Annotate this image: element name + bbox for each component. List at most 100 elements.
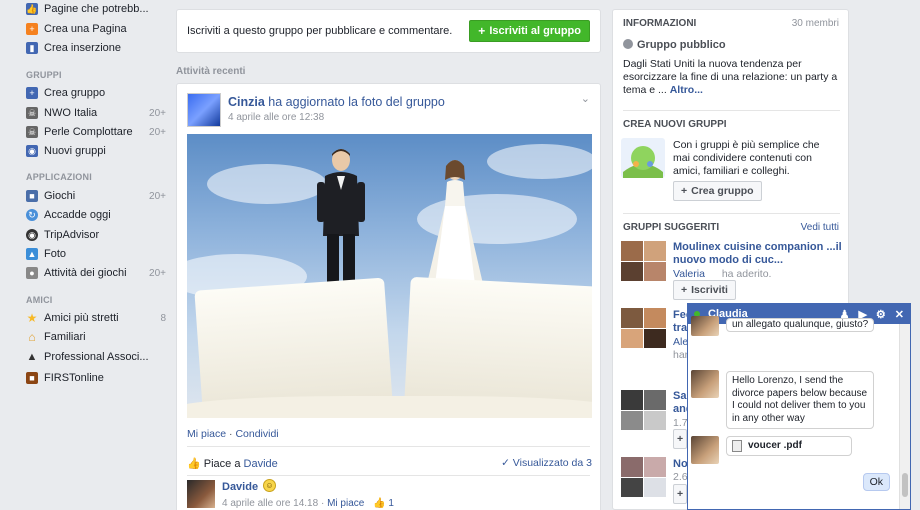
- owl-icon: ◉: [26, 229, 38, 241]
- thumbs-up-icon: 👍: [373, 498, 386, 509]
- groom-figurine: [317, 149, 365, 284]
- contact-avatar[interactable]: [691, 370, 719, 398]
- post-author[interactable]: Cinzia: [228, 95, 265, 109]
- photo-icon: ▲: [26, 248, 38, 260]
- post-actions: Mi piace · Condividi: [187, 428, 279, 440]
- see-all-link[interactable]: Vedi tutti: [801, 222, 839, 233]
- comment-like-link[interactable]: Mi piace: [327, 498, 364, 509]
- likes-row: 👍 Piace a Davide ✓ Visualizzato da 3: [187, 457, 592, 470]
- post-card: Cinzia ha aggiornato la foto del gruppo …: [176, 83, 601, 510]
- suggested-group-name[interactable]: Moulinex cuisine companion ...il nuovo m…: [673, 241, 843, 267]
- suggested-group-thumb[interactable]: [621, 308, 666, 348]
- chart-icon: ▮: [26, 42, 38, 54]
- sidebar-item-tripadvisor[interactable]: ◉ TripAdvisor: [26, 226, 166, 244]
- section-amici: AMICI: [26, 295, 53, 305]
- info-title: INFORMAZIONI: [623, 18, 697, 29]
- sidebar-item-crea-gruppo[interactable]: + Crea gruppo: [26, 84, 166, 102]
- divider: [623, 110, 840, 111]
- chat-reply: Ok: [862, 473, 890, 491]
- divider: [623, 213, 840, 214]
- left-sidebar: 👍 Pagine che potrebb... + Crea una Pagin…: [0, 0, 170, 510]
- smile-emoji-icon: ☺: [263, 479, 276, 492]
- clock-icon: ↻: [26, 209, 38, 221]
- divider: [187, 446, 590, 447]
- comment: Davide ☺ 4 aprile alle ore 14.18 · Mi pi…: [187, 479, 592, 510]
- plus-icon[interactable]: +: [673, 484, 687, 504]
- create-groups-title: CREA NUOVI GRUPPI: [623, 119, 727, 130]
- flag-icon: +: [26, 23, 38, 35]
- sidebar-item-create-page[interactable]: + Crea una Pagina: [26, 20, 166, 38]
- commenter-avatar[interactable]: [187, 480, 215, 508]
- create-group-button[interactable]: + Crea gruppo: [673, 181, 762, 201]
- post-action[interactable]: ha aggiornato la foto del gruppo: [268, 95, 445, 109]
- plus-icon[interactable]: +: [673, 429, 687, 449]
- sidebar-item-attivita-giochi[interactable]: ● Attività dei giochi 20+: [26, 264, 166, 282]
- create-group-illustration: [621, 138, 665, 178]
- thumbs-up-icon: 👍: [26, 3, 38, 15]
- skull-icon: ☠: [26, 126, 38, 138]
- group-privacy: Gruppo pubblico: [623, 39, 726, 51]
- sidebar-item-amici-stretti[interactable]: ★ Amici più stretti 8: [26, 309, 166, 327]
- sidebar-item-nwo-italia[interactable]: ☠ NWO Italia 20+: [26, 104, 166, 122]
- suggested-groups-title: GRUPPI SUGGERITI: [623, 222, 720, 233]
- sidebar-item-firstonline[interactable]: ■ FIRSTonline: [26, 369, 166, 387]
- group-icon: ◉: [26, 145, 38, 157]
- sidebar-item-accadde-oggi[interactable]: ↻ Accadde oggi: [26, 206, 166, 224]
- like-link[interactable]: Mi piace: [187, 428, 226, 440]
- bride-figurine: [427, 160, 483, 284]
- sidebar-item-create-ad[interactable]: ▮ Crea inserzione: [26, 39, 166, 57]
- suggested-group-thumb[interactable]: [621, 390, 666, 430]
- skull-icon: ☠: [26, 107, 38, 119]
- share-link[interactable]: Condividi: [235, 428, 278, 440]
- divider: [187, 475, 590, 476]
- join-prompt: Iscriviti a questo gruppo per pubblicare…: [187, 25, 453, 37]
- game-icon: ■: [26, 190, 38, 202]
- chat-message: un allegato qualunque, giusto?: [726, 318, 875, 332]
- contact-avatar[interactable]: [691, 316, 719, 336]
- suggested-group-thumb[interactable]: [621, 457, 666, 497]
- sidebar-item-nuovi-gruppi[interactable]: ◉ Nuovi gruppi: [26, 142, 166, 160]
- contact-avatar[interactable]: [691, 436, 719, 464]
- post-timestamp[interactable]: 4 aprile alle ore 12:38: [228, 112, 324, 123]
- join-group-button[interactable]: + Iscriviti al gruppo: [469, 20, 590, 42]
- house-icon: ⌂: [28, 330, 36, 344]
- chat-message: Hello Lorenzo, I send the divorce papers…: [726, 371, 874, 429]
- join-suggested-button[interactable]: + Iscriviti: [673, 280, 736, 300]
- chat-scrollbar[interactable]: [899, 324, 910, 509]
- comment-meta: 4 aprile alle ore 14.18 · Mi piace 👍 1: [222, 498, 394, 509]
- suggested-group-thumb[interactable]: [621, 241, 666, 281]
- comment-like-count[interactable]: 1: [388, 498, 394, 509]
- section-applicazioni: APPLICAZIONI: [26, 172, 92, 182]
- sidebar-item-professional[interactable]: ▲ Professional Associ...: [26, 348, 166, 366]
- graduation-cap-icon: ▲: [26, 351, 38, 363]
- close-icon[interactable]: ✕: [895, 308, 904, 321]
- recent-activity-title: Attività recenti: [176, 66, 246, 77]
- plus-icon: +: [26, 87, 38, 99]
- seen-by[interactable]: ✓ Visualizzato da 3: [501, 457, 592, 469]
- commenter-name[interactable]: Davide: [222, 481, 258, 493]
- post-photo[interactable]: [187, 134, 592, 418]
- sidebar-item-giochi[interactable]: ■ Giochi 20+: [26, 187, 166, 205]
- sidebar-item-familiari[interactable]: ⌂ Familiari: [26, 328, 166, 346]
- author-avatar[interactable]: [187, 93, 221, 127]
- sidebar-item-perle-complottare[interactable]: ☠ Perle Complottare 20+: [26, 123, 166, 141]
- members-count[interactable]: 30 membri: [792, 18, 839, 29]
- globe-icon: [623, 39, 633, 49]
- gear-icon[interactable]: ⚙: [876, 308, 886, 321]
- main-column: Iscriviti a questo gruppo per pubblicare…: [176, 9, 601, 510]
- chat-attachment[interactable]: voucer .pdf: [726, 436, 852, 456]
- create-groups-text: Con i gruppi è più semplice che mai cond…: [673, 139, 820, 177]
- member-name[interactable]: Valeria: [673, 268, 705, 280]
- liker-name[interactable]: Davide: [244, 458, 278, 470]
- sidebar-item-suggested-pages[interactable]: 👍 Pagine che potrebb...: [26, 0, 166, 18]
- file-icon: [732, 440, 742, 452]
- thumbs-up-icon: 👍: [187, 457, 201, 470]
- section-gruppi: GRUPPI: [26, 70, 62, 80]
- plus-icon: +: [681, 185, 688, 197]
- sidebar-item-foto[interactable]: ▲ Foto: [26, 245, 166, 263]
- star-icon: ★: [26, 311, 38, 325]
- checkmark-icon: ✓: [501, 457, 510, 469]
- more-link[interactable]: Altro...: [670, 84, 703, 96]
- chevron-down-icon[interactable]: ⌄: [581, 92, 590, 105]
- chat-window: Claudia ♟ ▶ ⚙ ✕ un allegato qualunque, g…: [687, 303, 911, 510]
